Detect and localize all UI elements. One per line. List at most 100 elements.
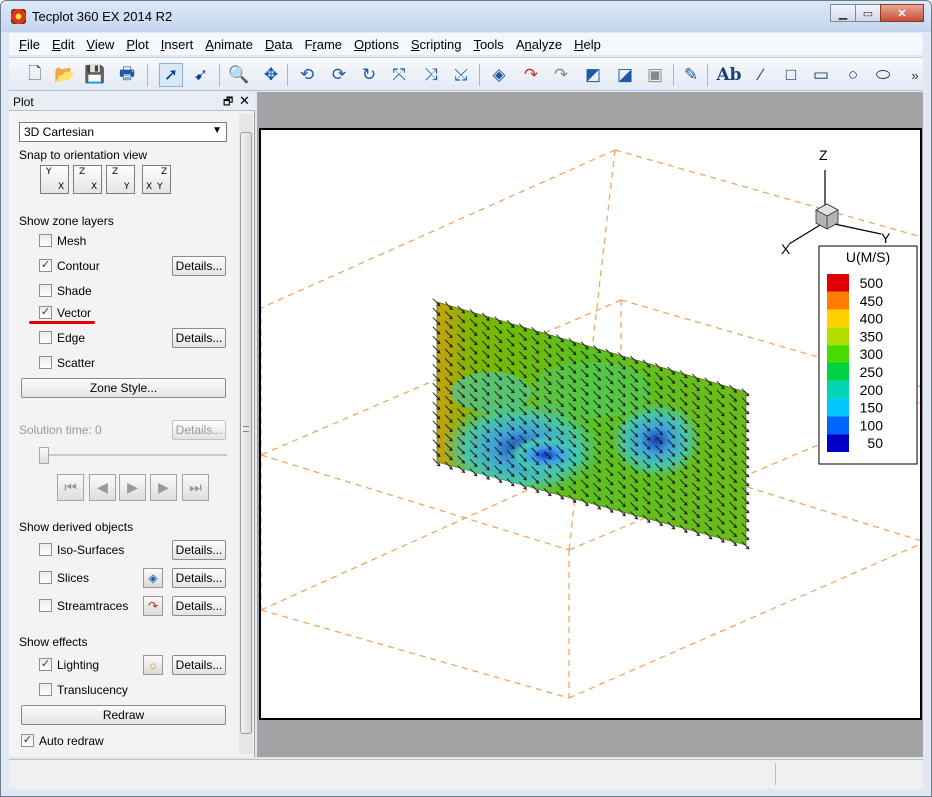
close-button[interactable]: ✕ (880, 4, 924, 22)
slices-checkbox[interactable] (39, 571, 52, 584)
scatter-checkbox[interactable] (39, 356, 52, 369)
edge-checkbox[interactable] (39, 331, 52, 344)
edit-icon[interactable]: ✎ (679, 63, 703, 87)
solution-details-button[interactable]: Details... (172, 420, 226, 440)
sidebar-title: Plot (13, 95, 34, 109)
ellipse-tool-icon[interactable]: ⬭ (871, 63, 895, 87)
lighting-sun-icon[interactable]: ☼ (143, 655, 163, 675)
lighting-details-button[interactable]: Details... (172, 655, 226, 675)
contour-checkbox[interactable]: ✓ (39, 259, 52, 272)
maximize-button[interactable]: ▭ (855, 4, 881, 22)
scatter-label: Scatter (57, 356, 96, 370)
menu-frame[interactable]: Frame (298, 37, 348, 52)
menu-plot[interactable]: Plot (120, 37, 154, 52)
open-folder-icon[interactable]: 📂 (53, 63, 77, 87)
menu-file[interactable]: File (13, 37, 46, 52)
iso-surfaces-details-button[interactable]: Details... (172, 540, 226, 560)
menu-options[interactable]: Options (348, 37, 405, 52)
remove-contour-level-icon[interactable]: ◪ (613, 63, 637, 87)
time-slider-track[interactable] (39, 454, 227, 456)
probe-value-icon[interactable]: ▣ (643, 63, 667, 87)
plot-frame[interactable]: Z X Y U(M/S) 500 450 400 350 300 250 200 150 100… (259, 128, 922, 720)
legend-swatch (827, 345, 849, 363)
vector-highlight-underline (29, 321, 95, 324)
next-step-button[interactable]: ▶ (150, 474, 177, 501)
mesh-label: Mesh (57, 234, 87, 248)
selector-arrow-icon[interactable]: ➚ (159, 63, 183, 87)
slice-tool-icon[interactable]: ◈ (143, 568, 163, 588)
vector-label: Vector (57, 306, 92, 320)
rotate-rollerball-icon[interactable]: ⟳ (327, 63, 351, 87)
shade-label: Shade (57, 284, 92, 298)
legend-swatch (827, 363, 849, 381)
streamtrace-tool-icon[interactable]: ↷ (519, 63, 543, 87)
menu-help[interactable]: Help (568, 37, 607, 52)
rotate-x-icon[interactable]: ⤧ (387, 63, 411, 87)
sidebar-scroll-thumb[interactable] (240, 132, 252, 734)
print-icon[interactable]: 🖶 (115, 63, 139, 87)
contour-legend[interactable]: U(M/S) 500 450 400350 300 250 200 150100 50 (818, 245, 918, 465)
zoom-icon[interactable]: 🔍 (227, 63, 251, 87)
view-zxy-button[interactable]: Z XY (142, 165, 171, 194)
legend-swatch (827, 327, 849, 346)
rotate-z-icon[interactable]: ⤩ (449, 63, 473, 87)
minimize-button[interactable]: ▁ (830, 4, 856, 22)
undock-icon[interactable]: 🗗 (223, 93, 233, 112)
translucency-checkbox[interactable] (39, 683, 52, 696)
save-icon[interactable]: 💾 (83, 63, 107, 87)
view-zx-button[interactable]: Z X (73, 165, 102, 194)
main-toolbar: 🗋 📂 💾 🖶 ➚ ➹ 🔍 ✥ ⟲ ⟳ ↻ ⤧ ⤨ ⤩ ◈ ↷ ↷ ◩ ◪ ▣ … (9, 57, 923, 91)
slices-details-button[interactable]: Details... (172, 568, 226, 588)
lighting-checkbox[interactable]: ✓ (39, 658, 52, 671)
plot-type-value: 3D Cartesian (24, 125, 95, 139)
toolbar-overflow-icon[interactable]: » (903, 63, 927, 87)
redraw-button[interactable]: Redraw (21, 705, 226, 725)
translate-icon[interactable]: ✥ (259, 63, 283, 87)
view-yx-button[interactable]: Y X (40, 165, 69, 194)
add-contour-level-icon[interactable]: ◩ (581, 63, 605, 87)
window-title: Tecplot 360 EX 2014 R2 (32, 9, 173, 24)
streamtraces-checkbox[interactable] (39, 599, 52, 612)
sidebar-scrollbar[interactable] (239, 114, 253, 754)
new-layout-icon[interactable]: 🗋 (23, 63, 47, 87)
rotate-twist-icon[interactable]: ↻ (357, 63, 381, 87)
iso-surfaces-checkbox[interactable] (39, 543, 52, 556)
previous-step-button[interactable]: ◀ (89, 474, 116, 501)
first-step-button[interactable]: ⏮ (57, 474, 84, 501)
time-slider-thumb[interactable] (39, 447, 49, 464)
rectangle-tool-icon[interactable]: ▭ (809, 63, 833, 87)
menu-data[interactable]: Data (259, 37, 298, 52)
text-tool-icon[interactable]: Ab (716, 63, 741, 87)
rotate-y-icon[interactable]: ⤨ (419, 63, 443, 87)
menu-edit[interactable]: Edit (46, 37, 80, 52)
view-zy-button[interactable]: Z Y (106, 165, 135, 194)
adjustor-arrow-icon[interactable]: ➹ (189, 63, 213, 87)
effects-label: Show effects (19, 635, 88, 649)
plot-canvas[interactable]: Z X Y U(M/S) 500 450 400350 300 250 200 150100… (261, 130, 920, 718)
shade-checkbox[interactable] (39, 284, 52, 297)
menu-analyze[interactable]: Analyze (510, 37, 568, 52)
edge-details-button[interactable]: Details... (172, 328, 226, 348)
menu-tools[interactable]: Tools (467, 37, 509, 52)
rotate-spherical-icon[interactable]: ⟲ (295, 63, 319, 87)
menu-view[interactable]: View (80, 37, 120, 52)
last-step-button[interactable]: ⏭ (182, 474, 209, 501)
slice-tool-icon[interactable]: ◈ (487, 63, 511, 87)
zone-style-button[interactable]: Zone Style... (21, 378, 226, 398)
streamtrace-rake-icon[interactable]: ↷ (549, 63, 573, 87)
vector-checkbox[interactable]: ✓ (39, 306, 52, 319)
polyline-tool-icon[interactable]: ⁄ (749, 63, 773, 87)
streamtraces-details-button[interactable]: Details... (172, 596, 226, 616)
mesh-checkbox[interactable] (39, 234, 52, 247)
contour-details-button[interactable]: Details... (172, 256, 226, 276)
plot-type-select[interactable]: 3D Cartesian ▼ (19, 122, 227, 142)
play-button[interactable]: ▶ (119, 474, 146, 501)
sidebar-close-icon[interactable]: ✕ (239, 93, 250, 109)
menu-scripting[interactable]: Scripting (405, 37, 468, 52)
menu-animate[interactable]: Animate (199, 37, 259, 52)
circle-tool-icon[interactable]: ○ (841, 63, 865, 87)
auto-redraw-checkbox[interactable]: ✓ (21, 734, 34, 747)
square-tool-icon[interactable]: □ (779, 63, 803, 87)
menu-insert[interactable]: Insert (155, 37, 200, 52)
streamtrace-tool-icon[interactable]: ↷ (143, 596, 163, 616)
